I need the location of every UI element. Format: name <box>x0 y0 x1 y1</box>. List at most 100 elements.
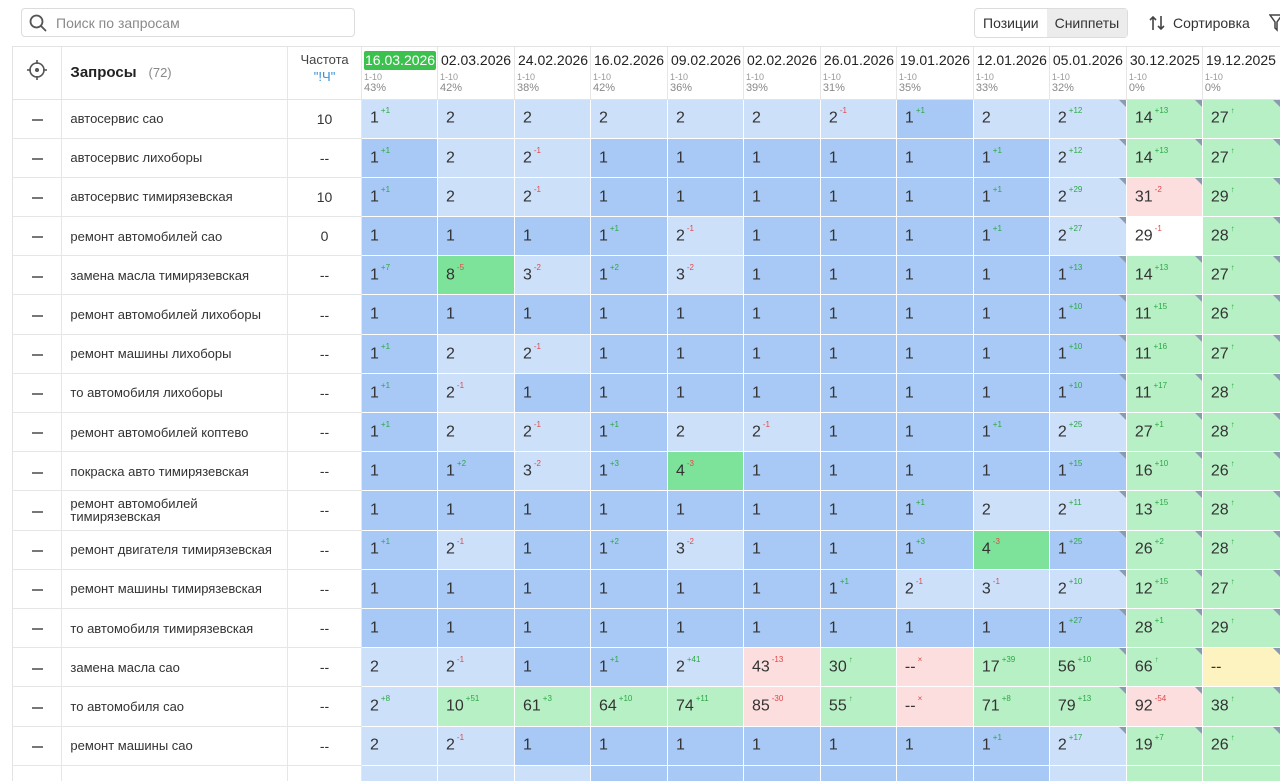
position-cell[interactable]: 27 ↑ <box>1202 99 1280 139</box>
position-cell[interactable]: 43 -13 <box>743 647 821 688</box>
position-cell[interactable]: 1 +1 <box>973 412 1050 453</box>
query-text[interactable]: ремонт автомобилей тимирязевская <box>61 490 289 531</box>
position-cell[interactable]: 1 <box>820 294 897 335</box>
crosshair-icon[interactable] <box>26 59 48 81</box>
positions-tab[interactable]: Позиции <box>975 9 1047 37</box>
row-toggle[interactable] <box>13 608 63 649</box>
position-cell[interactable]: 2 -1 <box>667 216 744 257</box>
position-cell[interactable]: 2 -1 <box>743 412 821 453</box>
position-cell[interactable]: 61 +3 <box>514 686 591 727</box>
position-cell[interactable]: 2 -1 <box>437 373 515 414</box>
position-cell[interactable]: 85 -30 <box>743 686 821 727</box>
position-cell[interactable]: 2 +29 <box>1049 177 1127 218</box>
position-cell[interactable]: 28 ↑ <box>1202 530 1280 570</box>
row-toggle[interactable] <box>13 216 63 257</box>
position-cell[interactable]: 38 ↑ <box>1202 686 1280 727</box>
position-cell[interactable]: 4 -3 <box>973 530 1050 570</box>
position-cell[interactable]: 29 -1 <box>1126 216 1203 257</box>
position-cell[interactable]: 1 +10 <box>1049 373 1127 414</box>
position-cell[interactable]: 1 <box>590 490 668 531</box>
queries-header[interactable]: Запросы (72) <box>61 47 289 100</box>
query-text[interactable]: ремонт двигателя тимирязевская <box>61 530 289 570</box>
position-cell[interactable]: 2 <box>667 412 744 453</box>
position-cell[interactable]: 2 <box>437 177 515 218</box>
position-cell[interactable]: 1 +1 <box>590 216 668 257</box>
position-cell[interactable]: 1 +13 <box>1049 255 1127 296</box>
position-cell[interactable]: 1 <box>820 138 897 178</box>
position-cell[interactable]: 1 <box>820 451 897 492</box>
position-cell[interactable]: 1 <box>743 334 821 374</box>
position-cell[interactable]: 1 +2 <box>590 530 668 570</box>
position-cell[interactable]: 1 <box>590 569 668 609</box>
position-cell[interactable]: 1 <box>667 608 744 649</box>
row-toggle[interactable] <box>13 99 63 139</box>
row-toggle[interactable] <box>13 177 63 218</box>
snippets-tab[interactable]: Сниппеты <box>1046 9 1128 37</box>
position-cell[interactable]: 2 +10 <box>1049 569 1127 609</box>
position-cell[interactable]: 1 <box>590 373 668 414</box>
position-cell[interactable]: 14 +13 <box>1126 138 1203 178</box>
position-cell[interactable]: 1 <box>896 608 974 649</box>
position-cell[interactable]: 1 +1 <box>361 138 438 178</box>
position-cell[interactable]: 1 +10 <box>1049 334 1127 374</box>
position-cell[interactable]: 2 <box>973 490 1050 531</box>
position-cell[interactable]: 1 <box>743 490 821 531</box>
query-text[interactable]: ремонт машины сао <box>61 726 289 766</box>
position-cell[interactable]: 1 <box>820 334 897 374</box>
position-cell[interactable]: 1 <box>514 216 591 257</box>
query-text[interactable]: то автомобиля сао <box>61 686 289 727</box>
position-cell[interactable]: 1 <box>514 608 591 649</box>
position-cell[interactable]: 1 +1 <box>973 726 1050 766</box>
position-cell[interactable]: 26 ↑ <box>1202 726 1280 766</box>
position-cell[interactable]: 2 -1 <box>896 569 974 609</box>
position-cell[interactable]: 1 <box>437 569 515 609</box>
position-cell[interactable]: 1 <box>896 177 974 218</box>
position-cell[interactable]: 1 <box>590 726 668 766</box>
position-cell[interactable]: 1 <box>896 373 974 414</box>
position-cell[interactable]: 56 +10 <box>1049 647 1127 688</box>
position-cell[interactable]: 55 ↑ <box>820 686 897 727</box>
query-text[interactable]: замена масла сао <box>61 647 289 688</box>
position-cell[interactable]: 1 <box>361 569 438 609</box>
position-cell[interactable] <box>1126 765 1203 781</box>
position-cell[interactable]: 2 <box>437 334 515 374</box>
query-text[interactable]: ремонт автомобилей лихоборы <box>61 294 289 335</box>
row-toggle[interactable] <box>13 726 63 766</box>
position-cell[interactable]: 1 <box>896 294 974 335</box>
position-cell[interactable]: 11 +17 <box>1126 373 1203 414</box>
position-cell[interactable]: 1 <box>820 216 897 257</box>
position-cell[interactable]: 1 <box>514 569 591 609</box>
position-cell[interactable]: 1 +1 <box>590 647 668 688</box>
position-cell[interactable] <box>743 765 821 781</box>
position-cell[interactable]: 2 <box>590 99 668 139</box>
date-column-header[interactable]: 19.12.2025 1-10 0% <box>1202 47 1280 100</box>
row-toggle[interactable] <box>13 530 63 570</box>
position-cell[interactable]: 1 <box>896 138 974 178</box>
position-cell[interactable] <box>667 765 744 781</box>
row-toggle[interactable] <box>13 647 63 688</box>
position-cell[interactable]: 1 <box>590 177 668 218</box>
position-cell[interactable]: 1 <box>667 726 744 766</box>
query-text[interactable]: покраска авто тимирязевская <box>61 451 289 492</box>
position-cell[interactable]: 1 +1 <box>896 99 974 139</box>
position-cell[interactable]: 1 +25 <box>1049 530 1127 570</box>
position-cell[interactable]: 79 +13 <box>1049 686 1127 727</box>
position-cell[interactable]: 14 +13 <box>1126 255 1203 296</box>
position-cell[interactable]: -- × <box>896 647 974 688</box>
position-cell[interactable]: 1 <box>896 334 974 374</box>
position-cell[interactable]: 2 -1 <box>514 138 591 178</box>
position-cell[interactable]: -- × <box>896 686 974 727</box>
position-cell[interactable]: 2 +8 <box>361 686 438 727</box>
position-cell[interactable]: 26 ↑ <box>1202 451 1280 492</box>
position-cell[interactable]: 1 <box>667 373 744 414</box>
date-column-header[interactable]: 30.12.2025 1-10 0% <box>1126 47 1203 100</box>
position-cell[interactable]: 1 <box>667 294 744 335</box>
position-cell[interactable]: 1 <box>437 490 515 531</box>
position-cell[interactable]: 1 +2 <box>437 451 515 492</box>
position-cell[interactable]: 1 <box>896 255 974 296</box>
position-cell[interactable]: 1 +7 <box>361 255 438 296</box>
position-cell[interactable]: 31 -2 <box>1126 177 1203 218</box>
row-toggle[interactable] <box>13 373 63 414</box>
position-cell[interactable]: 1 +15 <box>1049 451 1127 492</box>
position-cell[interactable]: 71 +8 <box>973 686 1050 727</box>
